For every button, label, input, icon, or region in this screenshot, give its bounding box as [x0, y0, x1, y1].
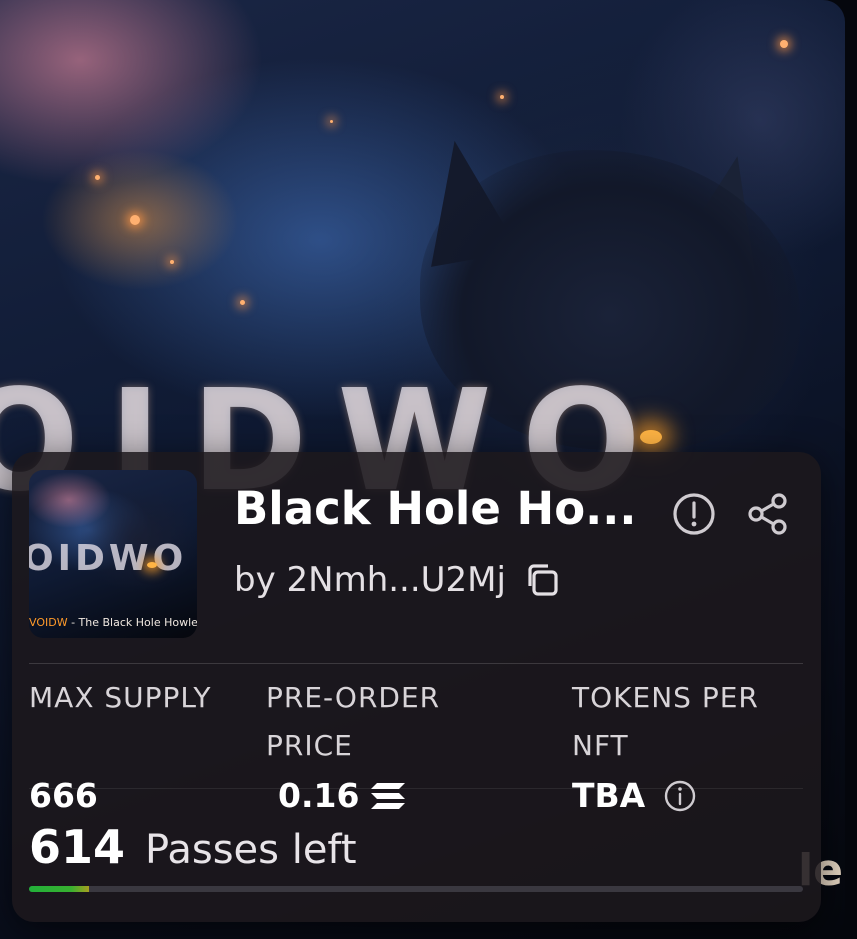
info-circle-icon[interactable] — [663, 779, 697, 813]
thumbnail-wolf-eye — [147, 562, 157, 568]
passes-left-count: 614 — [29, 820, 126, 874]
thumbnail-caption-prefix: VOIDW — [29, 616, 68, 629]
price-number: 0.16 — [278, 776, 360, 815]
creator-address: by 2Nmh...U2Mj — [234, 560, 506, 600]
passes-left: 614 Passes left — [29, 820, 357, 874]
thumbnail-caption-rest: - The Black Hole Howler — [67, 616, 197, 629]
mint-progress-fill — [29, 886, 90, 892]
copy-icon[interactable] — [522, 560, 562, 600]
max-supply-number: 666 — [29, 776, 98, 815]
tokens-per-nft-text: TBA — [572, 776, 646, 815]
collection-title: Black Hole Ho... — [234, 482, 637, 535]
tokens-per-nft-label: TOKENS PER NFT — [572, 681, 759, 762]
pre-order-price-value: 0.16 — [278, 776, 407, 815]
thumbnail-caption: VOIDW - The Black Hole Howler — [29, 616, 197, 629]
collection-thumbnail: OIDWO VOIDW - The Black Hole Howler — [29, 470, 197, 638]
share-icon[interactable] — [744, 490, 792, 538]
max-supply-value: 666 — [29, 776, 98, 815]
divider — [29, 663, 803, 664]
creator-row: by 2Nmh...U2Mj — [234, 560, 562, 600]
pre-order-price-label: PRE-ORDER PRICE — [266, 681, 441, 762]
mint-progress-bar — [29, 886, 803, 892]
max-supply-label: MAX SUPPLY — [29, 681, 212, 714]
thumbnail-wordmark: OIDWO — [29, 538, 188, 579]
info-circle-icon[interactable] — [670, 490, 718, 538]
collection-card: OIDWO VOIDW - The Black Hole Howler Blac… — [12, 452, 821, 922]
tokens-per-nft-value: TBA — [572, 776, 697, 815]
passes-left-label: Passes left — [145, 827, 357, 873]
solana-icon — [371, 782, 406, 809]
